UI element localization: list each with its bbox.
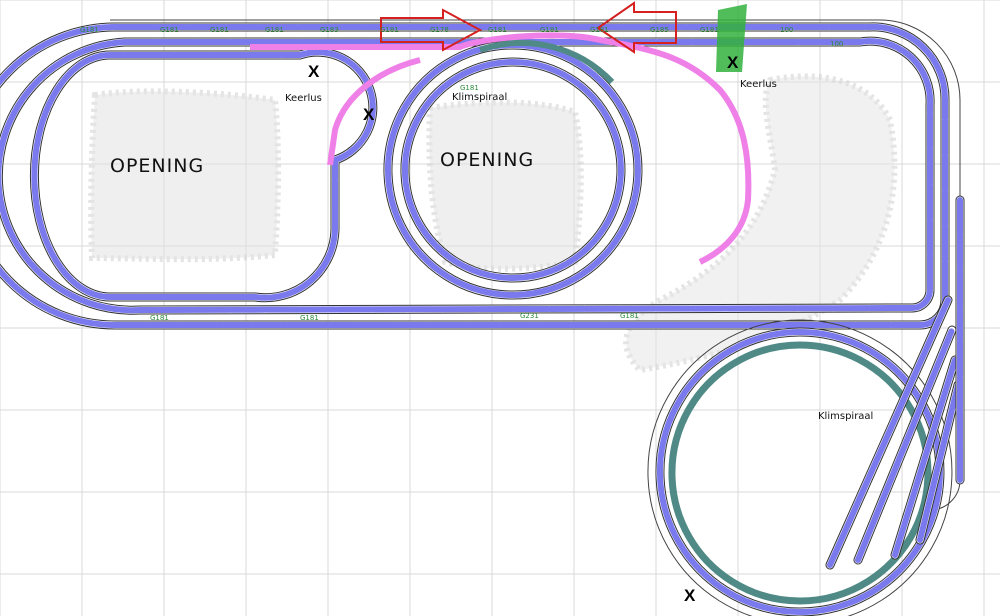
track-code: G181 [160, 26, 179, 34]
track-code: 100 [780, 26, 793, 34]
track-code: G181 [460, 84, 479, 92]
opening-center-label: OPENING [440, 149, 534, 171]
track-code: G181 [265, 26, 284, 34]
track-code: G178 [430, 26, 449, 34]
x-marker-4: X [684, 586, 696, 605]
track-code: G181 [620, 312, 639, 320]
track-code: G181 [150, 314, 169, 322]
klimspiraal-right-label: Klimspiraal [818, 411, 873, 422]
track-code: G181 [210, 26, 229, 34]
track-code: G181 [540, 26, 559, 34]
x-marker-1: X [308, 62, 320, 81]
track-code: G181 [300, 314, 319, 322]
x-marker-3: X [727, 53, 739, 72]
track-code: G181 [80, 26, 99, 34]
track-code: G231 [520, 312, 539, 320]
track-plan-canvas: OPENING OPENING Keerlus Keerlus Klimspir… [0, 0, 1000, 616]
track-code: G183 [320, 26, 339, 34]
track-code: 100 [830, 40, 843, 48]
track-code: G181 [700, 26, 719, 34]
keerlus-left-label: Keerlus [285, 93, 322, 104]
klimspiraal-top-label: Klimspiraal [452, 92, 507, 103]
track-code: G181 [488, 26, 507, 34]
track-code: G181 [380, 26, 399, 34]
opening-left-label: OPENING [110, 155, 204, 177]
right-circle-boundary [647, 319, 953, 616]
keerlus-right-label: Keerlus [740, 79, 777, 90]
x-marker-2: X [363, 105, 375, 124]
track-code: G185 [650, 26, 669, 34]
track-code: G181 [590, 26, 609, 34]
